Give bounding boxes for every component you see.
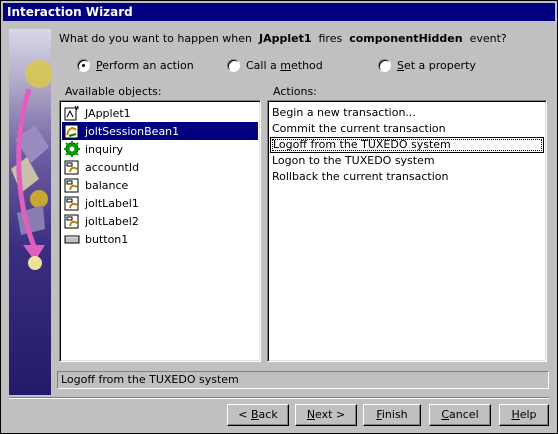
actions-label: Actions: xyxy=(273,85,317,98)
available-objects-list[interactable]: JApplet1 joltSessionBean1 inquiry accoun… xyxy=(59,100,261,362)
available-objects-label: Available objects: xyxy=(65,85,162,98)
list-item[interactable]: accountId xyxy=(62,158,258,176)
radio-circle-icon[interactable] xyxy=(378,58,391,72)
bean-icon xyxy=(64,124,79,139)
event-source: JApplet1 xyxy=(259,32,312,45)
back-button[interactable]: < Back xyxy=(227,404,289,426)
list-item[interactable]: joltLabel2 xyxy=(62,212,258,230)
bean-field-icon xyxy=(64,178,79,193)
finish-button[interactable]: Finish xyxy=(363,404,421,426)
list-item[interactable]: Rollback the current transaction xyxy=(270,169,544,185)
wizard-graphic xyxy=(9,29,51,395)
interaction-wizard-window: Interaction Wizard What do you want to h… xyxy=(0,0,558,434)
radio-circle-icon[interactable] xyxy=(77,58,90,72)
event-name: componentHidden xyxy=(349,32,463,45)
status-description: Logoff from the TUXEDO system xyxy=(57,371,549,389)
radio-perform-action[interactable]: Perform an action xyxy=(77,57,194,73)
list-item[interactable]: JApplet1 xyxy=(62,104,258,122)
question-text: What do you want to happen when JApplet1… xyxy=(59,32,507,45)
list-item[interactable]: Commit the current transaction xyxy=(270,121,544,137)
window-title: Interaction Wizard xyxy=(7,5,133,19)
radio-circle-icon[interactable] xyxy=(227,58,240,72)
radio-call-method[interactable]: Call a method xyxy=(227,57,323,73)
bean-field-icon xyxy=(64,214,79,229)
list-item[interactable]: button1 xyxy=(62,230,258,248)
title-bar: Interaction Wizard xyxy=(3,3,555,21)
divider xyxy=(9,397,549,399)
list-item[interactable]: joltLabel1 xyxy=(62,194,258,212)
applet-icon xyxy=(64,105,79,121)
list-item[interactable]: joltSessionBean1 xyxy=(62,122,258,140)
bean-field-icon xyxy=(64,160,79,175)
actions-list[interactable]: Begin a new transaction... Commit the cu… xyxy=(267,100,547,362)
list-item[interactable]: Begin a new transaction... xyxy=(270,105,544,121)
bean-field-icon xyxy=(64,196,79,211)
radio-label: Call a method xyxy=(246,58,323,72)
radio-label: Perform an action xyxy=(96,58,194,72)
list-item[interactable]: balance xyxy=(62,176,258,194)
list-item[interactable]: inquiry xyxy=(62,140,258,158)
button-icon xyxy=(64,235,80,244)
radio-label: Set a property xyxy=(397,58,476,72)
help-button[interactable]: Help xyxy=(499,404,549,426)
cancel-button[interactable]: Cancel xyxy=(429,404,491,426)
list-item[interactable]: Logon to the TUXEDO system xyxy=(270,153,544,169)
next-button[interactable]: Next > xyxy=(295,404,357,426)
gear-icon xyxy=(64,141,80,157)
list-item[interactable]: Logoff from the TUXEDO system xyxy=(270,137,544,153)
radio-set-property[interactable]: Set a property xyxy=(378,57,476,73)
